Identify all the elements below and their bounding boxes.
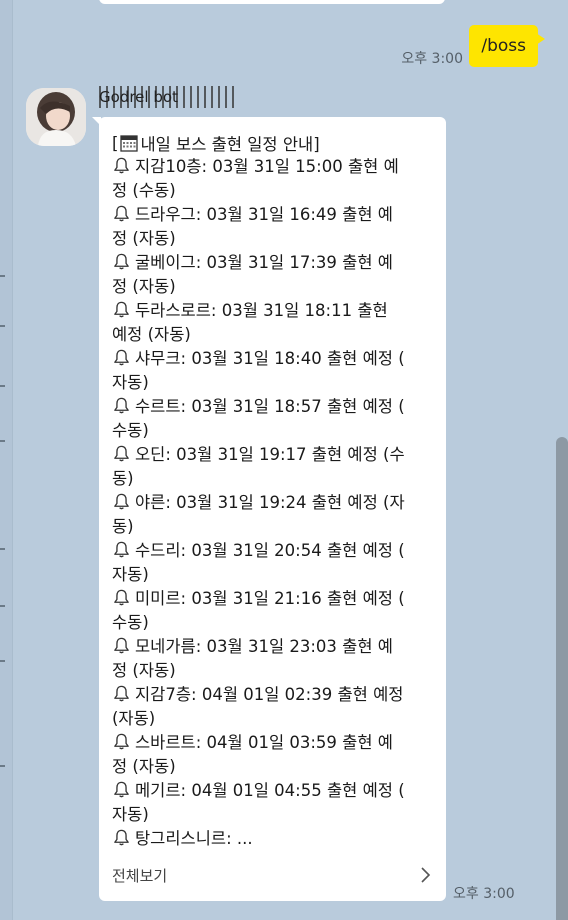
- message-line: 메기르: 04월 01일 04:55 출현 예정 (: [112, 779, 437, 803]
- message-line: 야른: 03월 31일 19:24 출현 예정 (자: [112, 491, 437, 515]
- message-line-text: 예정 (자동): [112, 325, 191, 344]
- message-line: 드라우그: 03월 31일 16:49 출현 예: [112, 203, 437, 227]
- bell-icon: [114, 589, 129, 606]
- message-line: (자동): [112, 707, 437, 731]
- message-line: 지감10층: 03월 31일 15:00 출현 예: [112, 155, 437, 179]
- previous-message-bubble: [99, 0, 445, 4]
- message-line: 수르트: 03월 31일 18:57 출현 예정 (: [112, 395, 437, 419]
- bell-icon: [114, 157, 129, 174]
- bell-icon: [114, 301, 129, 318]
- bell-icon: [114, 349, 129, 366]
- message-line: 동): [112, 467, 437, 491]
- bell-icon: [114, 445, 129, 462]
- message-line-text: (자동): [112, 709, 156, 728]
- message-line: 정 (수동): [112, 179, 437, 203]
- message-line: 수동): [112, 419, 437, 443]
- message-line-text: 지감7층: 04월 01일 02:39 출현 예정: [135, 685, 404, 704]
- message-line-text: 수동): [112, 613, 149, 632]
- message-line: 예정 (자동): [112, 323, 437, 347]
- message-line-text: 정 (수동): [112, 181, 176, 200]
- message-line: 탕그리스니르: ...: [112, 827, 437, 851]
- bell-icon: [114, 685, 129, 702]
- sender-name: Godrel bot: [99, 86, 234, 108]
- message-line: 정 (자동): [112, 755, 437, 779]
- avatar[interactable]: [26, 88, 86, 146]
- message-line-text: 드라우그: 03월 31일 16:49 출현 예: [135, 205, 393, 224]
- bot-message-bubble[interactable]: [ 내일 보스 출현 일정 안내] 지감10층: 03월 31일 15:00 출…: [92, 117, 446, 901]
- bell-icon: [114, 829, 129, 846]
- message-line-text: 메기르: 04월 01일 04:55 출현 예정 (: [135, 781, 405, 800]
- message-line: 자동): [112, 803, 437, 827]
- message-line: 미미르: 03월 31일 21:16 출현 예정 (: [112, 587, 437, 611]
- message-line-text: 자동): [112, 805, 149, 824]
- bell-icon: [114, 253, 129, 270]
- message-line-text: 동): [112, 469, 134, 488]
- chevron-right-icon[interactable]: [418, 865, 432, 885]
- message-line-text: 정 (자동): [112, 757, 176, 776]
- message-line-text: 오딘: 03월 31일 19:17 출현 예정 (수: [135, 445, 405, 464]
- message-line: 정 (자동): [112, 275, 437, 299]
- bell-icon: [114, 205, 129, 222]
- bell-icon: [114, 493, 129, 510]
- bell-icon: [114, 541, 129, 558]
- message-line-text: 자동): [112, 565, 149, 584]
- my-message-text: /boss: [481, 36, 526, 56]
- message-line: 정 (자동): [112, 659, 437, 683]
- message-line-text: 굴베이그: 03월 31일 17:39 출현 예: [135, 253, 393, 272]
- message-line: 자동): [112, 563, 437, 587]
- message-line-text: 수르트: 03월 31일 18:57 출현 예정 (: [135, 397, 405, 416]
- message-line: 굴베이그: 03월 31일 17:39 출현 예: [112, 251, 437, 275]
- bell-icon: [114, 637, 129, 654]
- message-line-text: 자동): [112, 373, 149, 392]
- avatar-photo: [26, 88, 86, 146]
- message-line-text: 정 (자동): [112, 661, 176, 680]
- message-line: 두라스로르: 03월 31일 18:11 출현: [112, 299, 437, 323]
- message-line-text: 지감10층: 03월 31일 15:00 출현 예: [135, 157, 399, 176]
- message-line: 수동): [112, 611, 437, 635]
- bell-icon: [114, 781, 129, 798]
- message-line-text: 수드리: 03월 31일 20:54 출현 예정 (: [135, 541, 405, 560]
- calendar-icon: [120, 135, 139, 152]
- message-line: 오딘: 03월 31일 19:17 출현 예정 (수: [112, 443, 437, 467]
- message-line-text: 두라스로르: 03월 31일 18:11 출현: [135, 301, 388, 320]
- my-message-time: 오후 3:00: [401, 51, 463, 67]
- message-line-text: 수동): [112, 421, 149, 440]
- message-line-text: 정 (자동): [112, 229, 176, 248]
- bell-icon: [114, 733, 129, 750]
- message-line-text: 모네가름: 03월 31일 23:03 출현 예: [135, 637, 393, 656]
- message-line: 수드리: 03월 31일 20:54 출현 예정 (: [112, 539, 437, 563]
- message-line-text: 스바르트: 04월 01일 03:59 출현 예: [135, 733, 393, 752]
- bell-icon: [114, 397, 129, 414]
- message-line-text: 탕그리스니르: ...: [135, 829, 253, 848]
- message-title: [ 내일 보스 출현 일정 안내]: [112, 133, 320, 155]
- scrollbar[interactable]: [556, 437, 568, 920]
- message-body: 지감10층: 03월 31일 15:00 출현 예정 (수동) 드라우그: 03월…: [112, 155, 437, 851]
- message-line: 지감7층: 04월 01일 02:39 출현 예정: [112, 683, 437, 707]
- message-line: 자동): [112, 371, 437, 395]
- message-line-text: 샤무크: 03월 31일 18:40 출현 예정 (: [135, 349, 405, 368]
- message-line-text: 야른: 03월 31일 19:24 출현 예정 (자: [135, 493, 405, 512]
- message-line: 정 (자동): [112, 227, 437, 251]
- message-line: 동): [112, 515, 437, 539]
- bot-message-time: 오후 3:00: [453, 886, 515, 902]
- message-line: 모네가름: 03월 31일 23:03 출현 예: [112, 635, 437, 659]
- message-line-text: 미미르: 03월 31일 21:16 출현 예정 (: [135, 589, 405, 608]
- left-panel-edge: [0, 0, 13, 920]
- message-line: 샤무크: 03월 31일 18:40 출현 예정 (: [112, 347, 437, 371]
- message-line: 스바르트: 04월 01일 03:59 출현 예: [112, 731, 437, 755]
- my-message-bubble[interactable]: /boss: [469, 25, 545, 67]
- message-line-text: 동): [112, 517, 134, 536]
- view-all-button[interactable]: 전체보기: [112, 865, 167, 886]
- message-line-text: 정 (자동): [112, 277, 176, 296]
